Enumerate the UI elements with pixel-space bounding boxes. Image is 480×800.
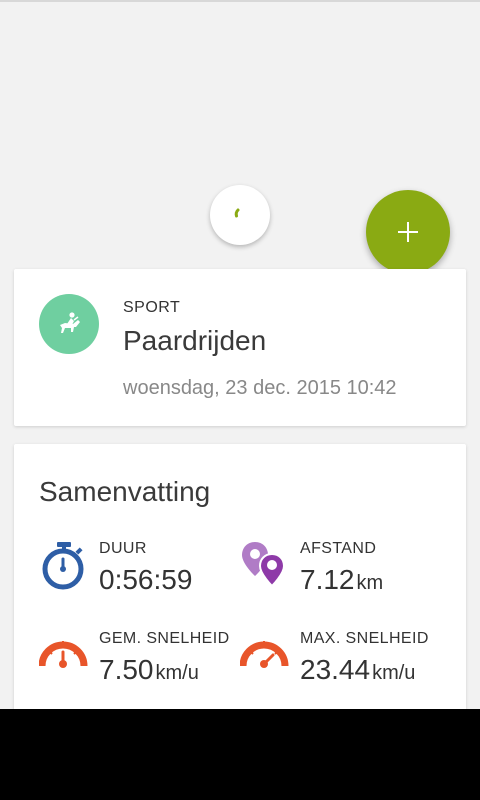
distance-unit: km [356,572,384,594]
sport-label: SPORT [123,299,181,316]
sport-badge [39,294,99,354]
summary-card: Samenvatting DUUR 0:56:59 AFSTAND 7.12 km [14,444,466,744]
system-nav-bar [0,709,480,800]
horse-riding-icon [60,312,80,333]
max-speed-unit: km/u [372,662,416,684]
distance-value-row: 7.12 km [300,564,383,596]
sport-card[interactable]: SPORT Paardrijden woensdag, 23 dec. 2015… [14,269,466,426]
add-activity-button[interactable] [366,190,450,274]
distance-label: AFSTAND [300,540,377,557]
summary-title: Samenvatting [39,476,211,507]
workout-date: woensdag, 23 dec. 2015 10:42 [123,377,397,399]
duration-value: 0:56:59 [99,564,193,595]
avg-speed-value: 7.50 [99,654,154,685]
spinner-icon [234,208,240,218]
avg-speed-label: GEM. SNELHEID [99,630,230,647]
loading-spinner [210,185,270,245]
avg-speed-unit: km/u [155,662,199,684]
plus-icon [398,222,418,242]
duration-label: DUUR [99,540,147,557]
distance-value: 7.12 [300,564,355,595]
max-speed-value: 23.44 [300,654,371,685]
stopwatch-icon [42,542,84,590]
max-speed-label: MAX. SNELHEID [300,630,429,647]
duration-value-row: 0:56:59 [99,564,194,596]
sport-name: Paardrijden [123,325,267,356]
speedometer-icon [39,641,88,668]
map-pin-icon [242,542,286,588]
max-speed-value-row: 23.44 km/u [300,654,415,686]
status-divider [0,0,480,2]
avg-speed-value-row: 7.50 km/u [99,654,199,686]
speedometer-max-icon [240,641,289,668]
